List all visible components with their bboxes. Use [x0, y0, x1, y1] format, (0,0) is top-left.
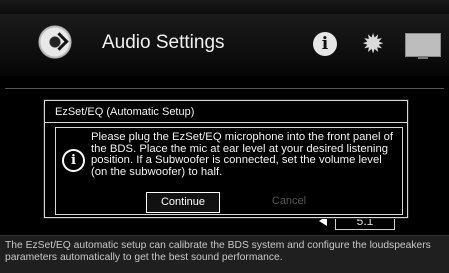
setup-instructions: Please plug the EzSet/EQ microphone into… [91, 131, 394, 178]
gear-icon[interactable]: ✹ [360, 31, 386, 58]
content-divider [5, 88, 444, 89]
top-band [0, 0, 449, 14]
help-footer: The EzSet/EQ automatic setup can calibra… [0, 235, 449, 273]
help-description: The EzSet/EQ automatic setup can calibra… [5, 240, 431, 263]
cancel-button[interactable]: Cancel [253, 192, 325, 211]
dialog-title: EzSet/EQ (Automatic Setup) [55, 106, 195, 118]
continue-button[interactable]: Continue [146, 192, 220, 213]
page-title: Audio Settings [102, 32, 225, 53]
dialog-body: i Please plug the EzSet/EQ microphone in… [55, 127, 403, 215]
audio-settings-screen: Audio Settings i ✹ 5.1 EzSet/EQ (Automat… [0, 0, 449, 273]
info-icon[interactable]: i [313, 32, 337, 56]
info-icon: i [62, 149, 85, 172]
automatic-setup-dialog: EzSet/EQ (Automatic Setup) i Please plug… [44, 100, 408, 218]
tv-icon[interactable] [405, 33, 441, 59]
disc-icon[interactable] [38, 25, 72, 59]
dialog-title-bar: EzSet/EQ (Automatic Setup) [45, 101, 407, 123]
